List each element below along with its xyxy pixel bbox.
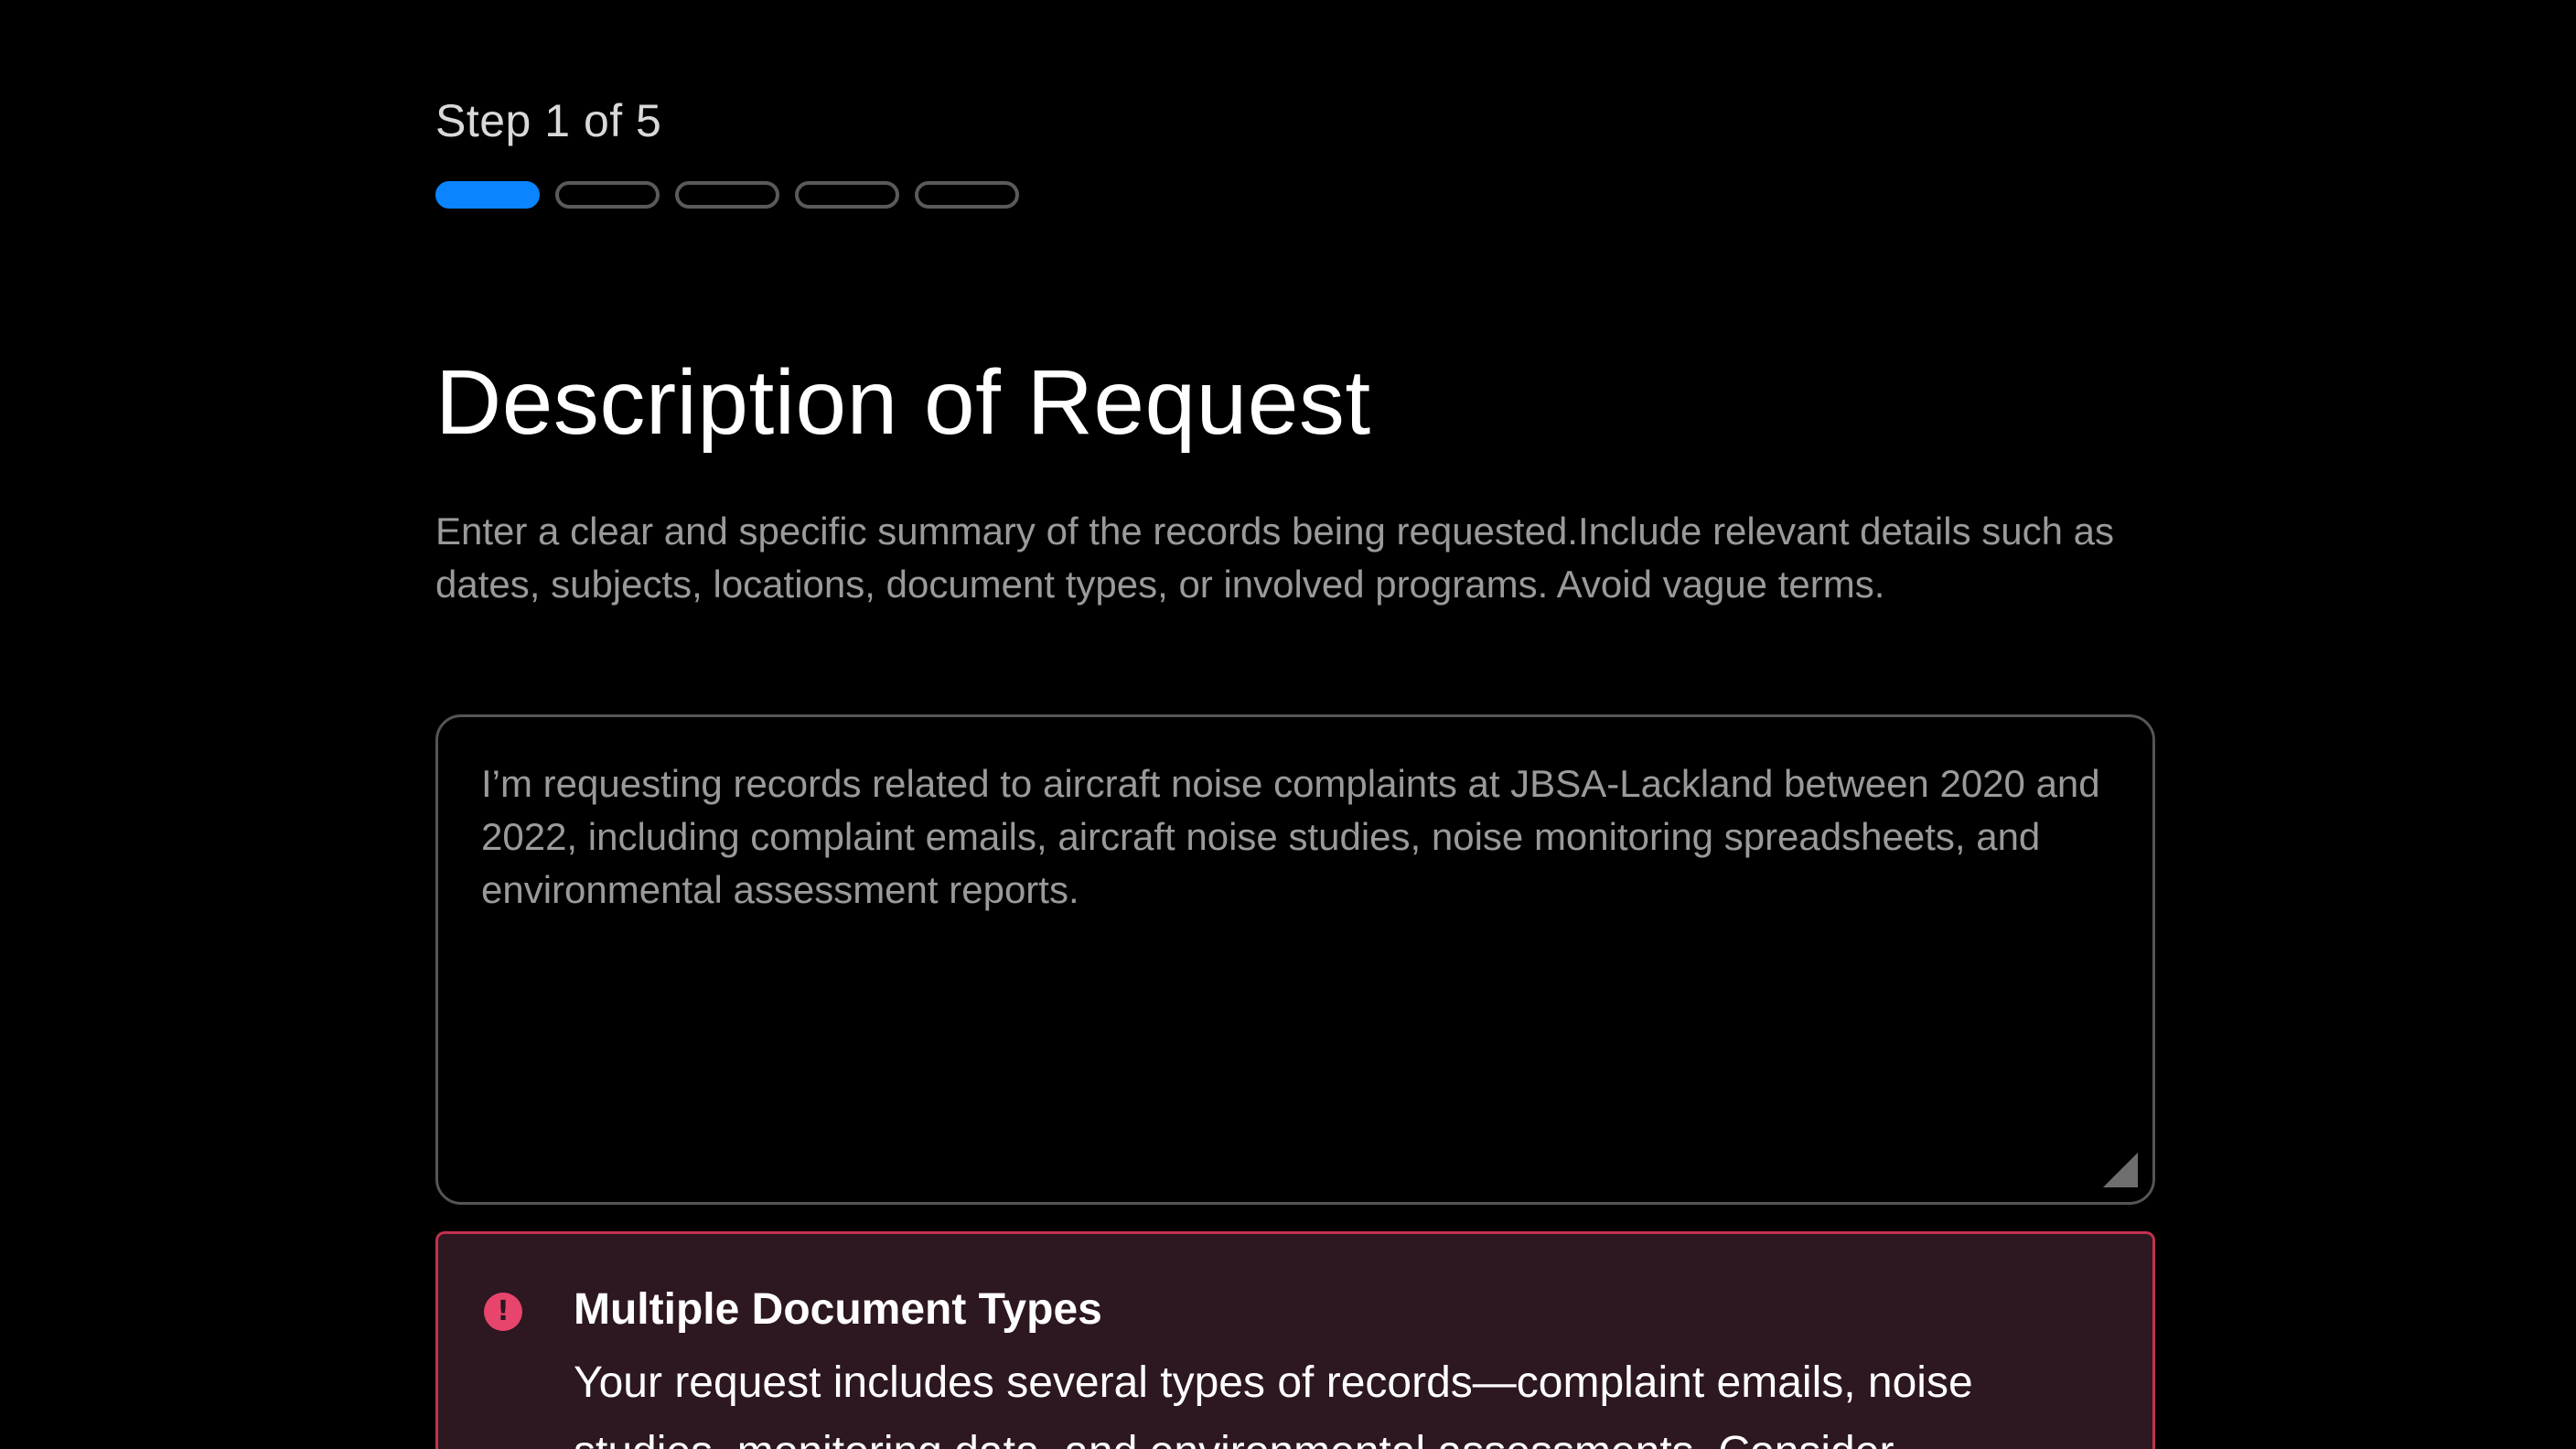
step-segment-5 (915, 181, 1019, 209)
step-segment-2 (555, 181, 660, 209)
step-segment-3 (675, 181, 779, 209)
step-progress-bar (435, 181, 1019, 209)
resize-handle-icon[interactable] (2103, 1153, 2138, 1187)
page-description: Enter a clear and specific summary of th… (435, 510, 2114, 606)
request-description-textarea[interactable]: I’m requesting records related to aircra… (435, 714, 2155, 1205)
step-indicator-label: Step 1 of 5 (435, 95, 662, 146)
step-segment-4 (795, 181, 899, 209)
exclamation-circle-icon: ! (484, 1293, 522, 1331)
alert-title: Multiple Document Types (574, 1285, 1102, 1334)
warning-alert: ! Multiple Document Types Your request i… (435, 1231, 2155, 1449)
alert-body: Your request includes several types of r… (574, 1358, 1973, 1449)
page-title: Description of Request (435, 351, 1371, 454)
step-segment-1 (435, 181, 540, 209)
request-description-text[interactable]: I’m requesting records related to aircra… (481, 757, 2107, 917)
